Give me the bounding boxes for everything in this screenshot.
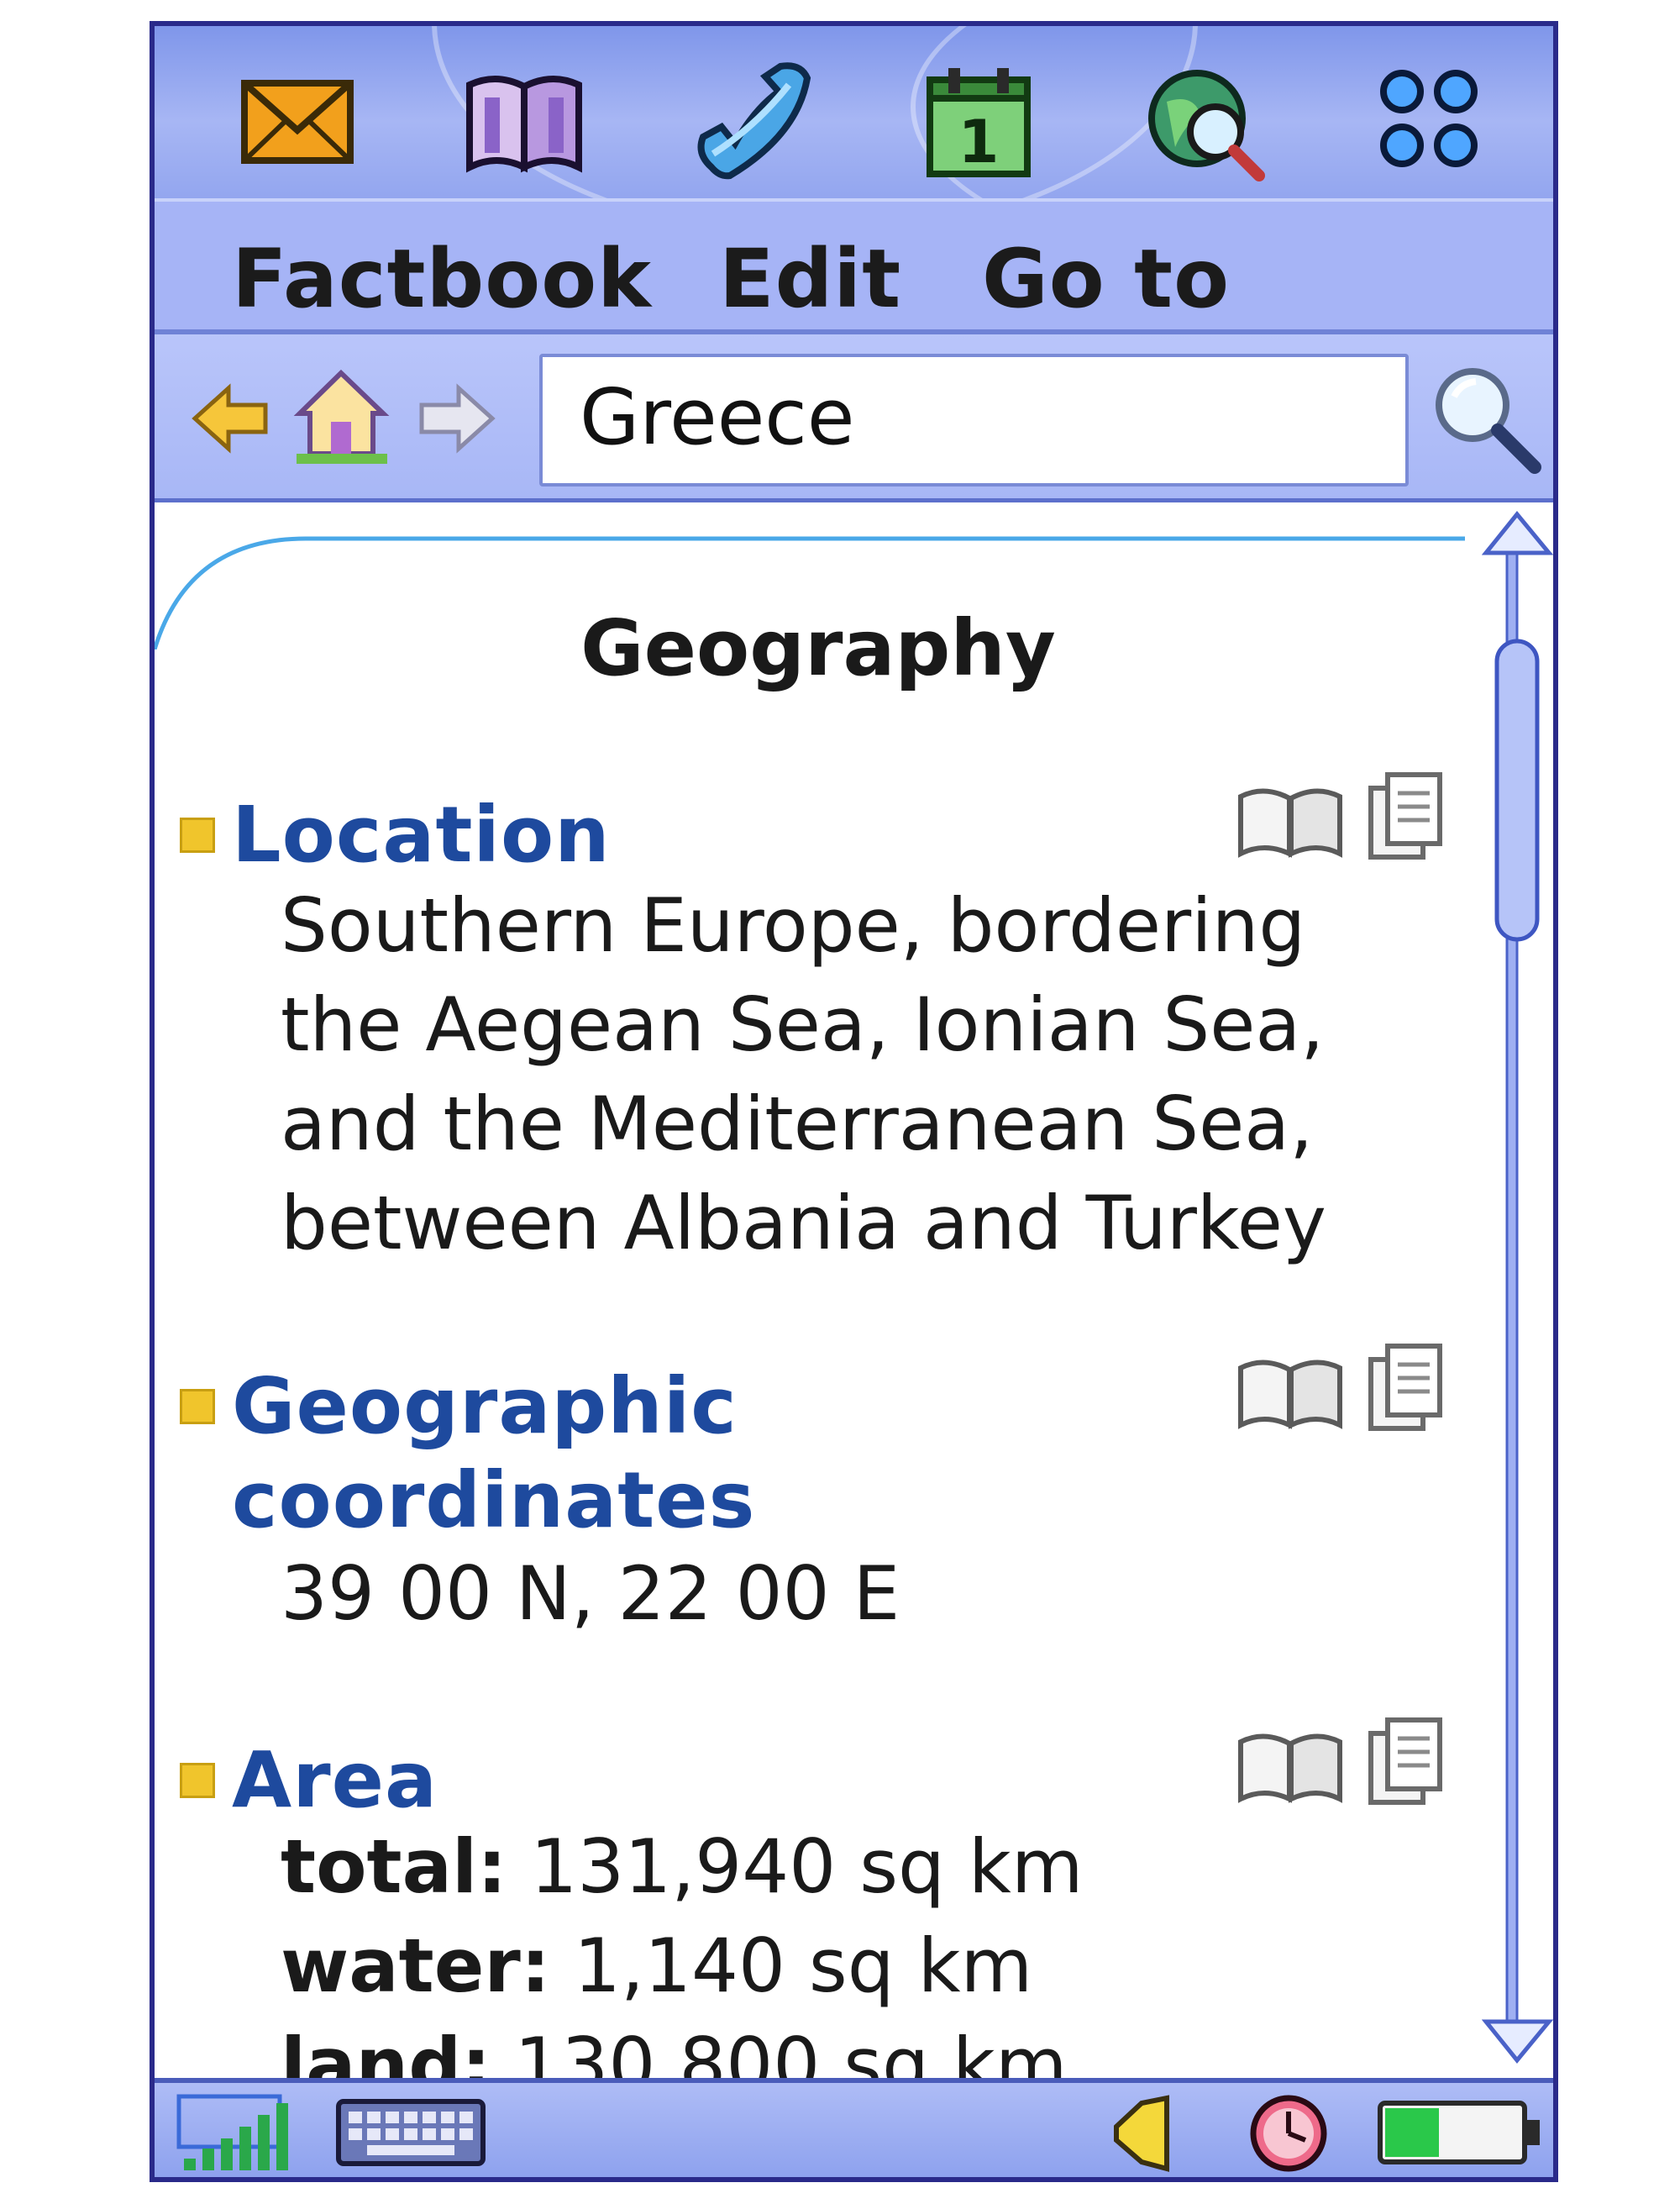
field-title-area[interactable]: Area — [232, 1733, 438, 1828]
device-screen: 1 Factbook Edit Go to Greece Geography L… — [150, 21, 1558, 2182]
calendar-day: 1 — [958, 108, 1000, 176]
area-total-value: 131,940 sq km — [530, 1823, 1084, 1910]
area-land-row: land: 130,800 sq km — [281, 2016, 1068, 2078]
battery-level-fill — [1385, 2108, 1439, 2157]
copy-icon[interactable] — [1364, 1715, 1448, 1811]
mail-icon[interactable] — [234, 60, 360, 186]
scroll-up-arrow-icon[interactable] — [1481, 511, 1553, 555]
back-arrow-icon[interactable] — [188, 376, 272, 464]
location-text-line: between Albania and Turkey — [281, 1180, 1326, 1266]
scroll-down-arrow-icon[interactable] — [1481, 2019, 1553, 2064]
vertical-scrollbar[interactable] — [1481, 502, 1553, 2078]
field-title-location[interactable]: Location — [232, 788, 611, 882]
coordinates-text: 39 00 N, 22 00 E — [281, 1550, 900, 1637]
reference-book-icon[interactable] — [1234, 1351, 1347, 1438]
forward-arrow-icon[interactable] — [415, 376, 499, 464]
menu-factbook[interactable]: Factbook — [232, 237, 652, 321]
app-launcher-bar: 1 — [155, 26, 1553, 198]
copy-icon[interactable] — [1364, 1341, 1448, 1437]
section-title: Geography — [580, 603, 1056, 693]
signal-strength-icon — [176, 2093, 306, 2176]
area-water-label: water: — [281, 1922, 551, 2009]
area-total-label: total: — [281, 1823, 507, 1910]
globe-search-icon[interactable] — [1142, 60, 1268, 186]
field-bullet — [180, 818, 215, 853]
calendar-icon[interactable]: 1 — [915, 60, 1041, 186]
location-text-line: the Aegean Sea, Ionian Sea, — [281, 981, 1325, 1068]
location-text-line: Southern Europe, bordering — [281, 882, 1306, 969]
reference-book-icon[interactable] — [1234, 780, 1347, 867]
field-bullet — [180, 1389, 215, 1424]
factbook-content[interactable]: Geography Location Southern Europe, bord… — [155, 502, 1553, 2078]
clock-icon[interactable] — [1247, 2091, 1331, 2177]
speaker-icon[interactable] — [1108, 2093, 1184, 2176]
menu-bar: Factbook Edit Go to — [155, 198, 1553, 334]
location-text-line: and the Mediterranean Sea, — [281, 1081, 1314, 1167]
scroll-thumb[interactable] — [1494, 639, 1540, 942]
copy-icon[interactable] — [1364, 770, 1448, 865]
home-icon[interactable] — [293, 366, 390, 471]
area-water-value: 1,140 sq km — [574, 1922, 1033, 2009]
apps-grid-icon[interactable] — [1368, 60, 1494, 186]
area-land-value: 130,800 sq km — [514, 2022, 1068, 2078]
field-title-geographic[interactable]: Geographic — [232, 1360, 738, 1454]
reference-book-icon[interactable] — [1234, 1725, 1347, 1812]
area-water-row: water: 1,140 sq km — [281, 1917, 1032, 2016]
navigation-bar: Greece — [155, 334, 1553, 502]
search-icon[interactable] — [1427, 360, 1545, 481]
battery-icon[interactable] — [1377, 2098, 1545, 2170]
area-land-label: land: — [281, 2022, 491, 2078]
status-bar — [155, 2078, 1553, 2177]
search-input[interactable]: Greece — [539, 354, 1409, 487]
field-title-coordinates[interactable]: coordinates — [232, 1454, 755, 1548]
phone-icon[interactable] — [688, 60, 814, 186]
field-bullet — [180, 1763, 215, 1798]
book-icon[interactable] — [461, 60, 587, 186]
menu-edit[interactable]: Edit — [719, 237, 901, 321]
keyboard-icon[interactable] — [335, 2098, 486, 2170]
menu-go-to[interactable]: Go to — [982, 237, 1230, 321]
area-total-row: total: 131,940 sq km — [281, 1817, 1084, 1917]
